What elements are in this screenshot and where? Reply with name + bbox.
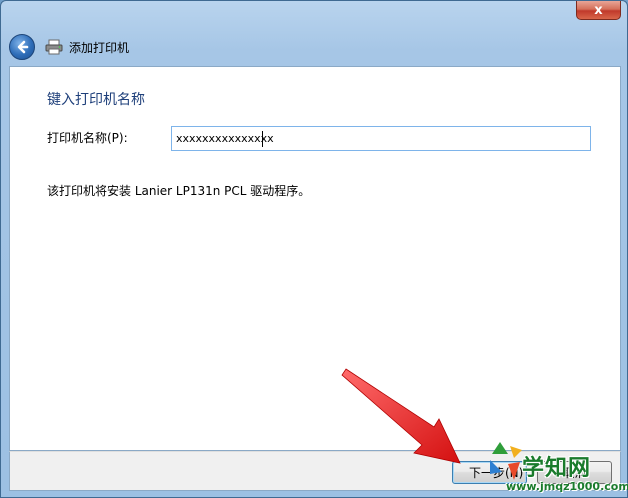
add-printer-window: x 添加打印机 键入打印机名称 打印机名称(P): 该打印机将安装 Lanier… xyxy=(0,0,628,498)
driver-info-text: 该打印机将安装 Lanier LP131n PCL 驱动程序。 xyxy=(47,184,311,198)
watermark-url: www.jmqz1000.com xyxy=(506,480,628,493)
page-heading: 键入打印机名称 xyxy=(47,92,145,108)
watermark: 学知网 www.jmqz1000.com xyxy=(486,440,628,496)
close-icon: x xyxy=(594,2,603,18)
back-button[interactable] xyxy=(9,34,35,60)
printer-name-input[interactable] xyxy=(171,126,591,151)
close-button[interactable]: x xyxy=(576,1,621,20)
wizard-header: 添加打印机 xyxy=(9,29,619,65)
text-caret xyxy=(262,131,263,147)
printer-icon xyxy=(45,39,63,55)
watermark-brand: 学知网 xyxy=(522,456,592,481)
back-arrow-icon xyxy=(17,40,29,54)
wizard-content: 键入打印机名称 打印机名称(P): 该打印机将安装 Lanier LP131n … xyxy=(9,66,621,451)
window-title: 添加打印机 xyxy=(69,40,130,55)
printer-name-label: 打印机名称(P): xyxy=(47,131,128,145)
red-arrow-annotation xyxy=(341,368,461,464)
